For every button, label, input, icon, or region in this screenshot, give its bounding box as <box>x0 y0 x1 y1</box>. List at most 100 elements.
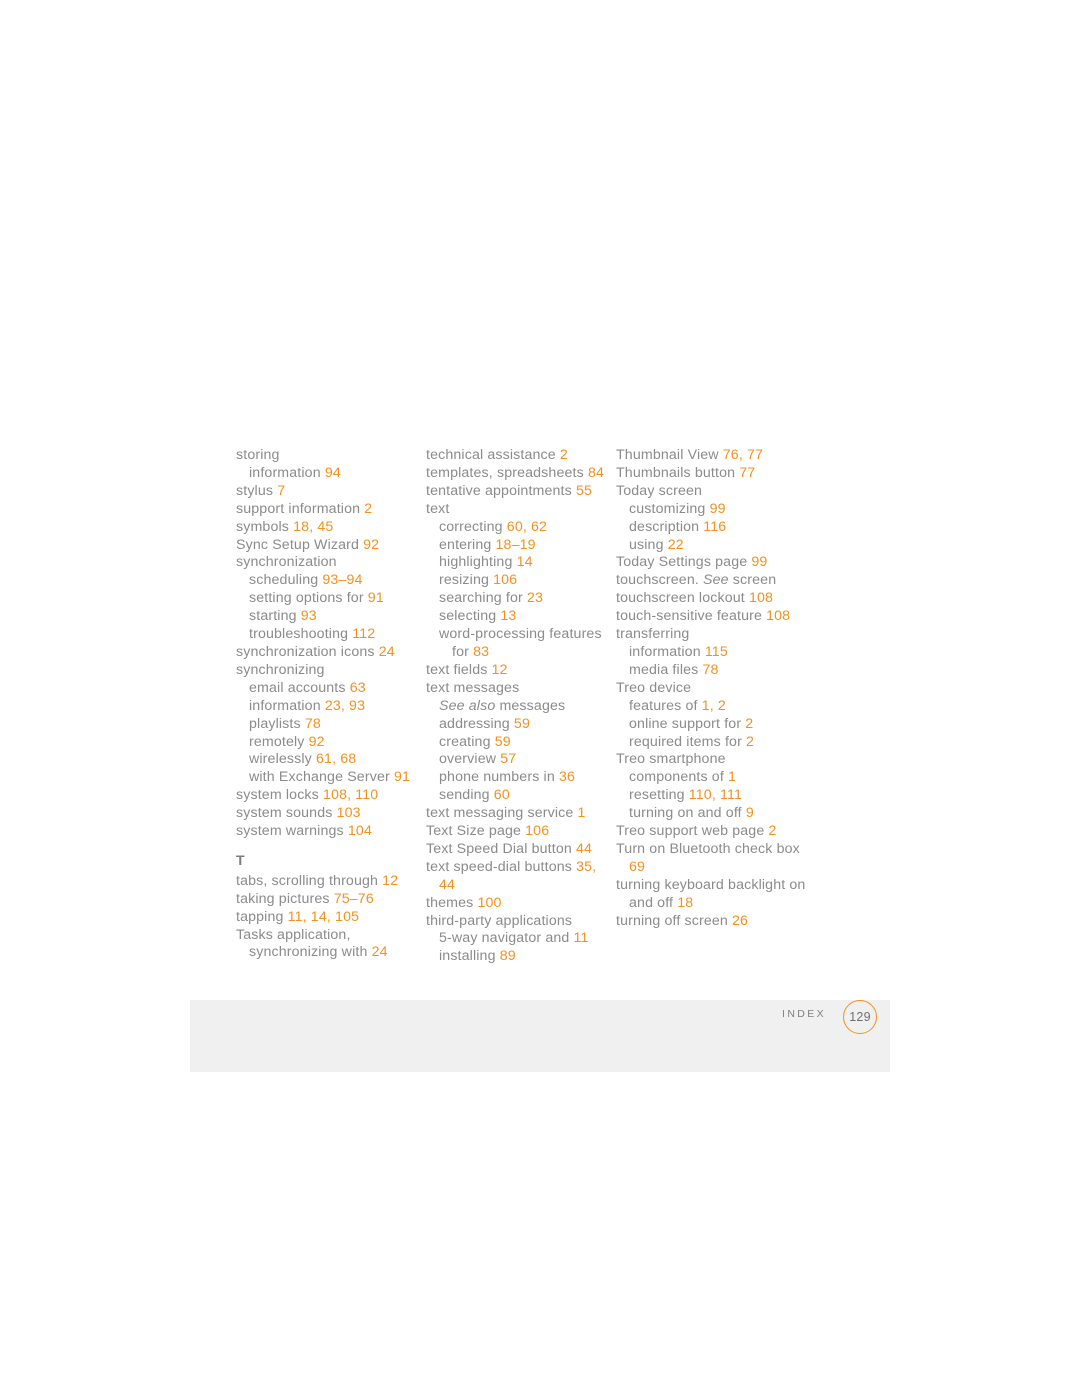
index-entry-text: setting options for <box>249 590 368 607</box>
index-entry: email accounts 63 <box>236 680 426 698</box>
index-entry: creating 59 <box>426 734 616 752</box>
index-entry-text: text fields <box>426 661 492 678</box>
index-page-reference: 13 <box>500 608 517 625</box>
index-entry: text speed-dial buttons 35, <box>426 859 616 877</box>
index-entry: starting 93 <box>236 608 426 626</box>
index-entry: 44 <box>426 877 616 895</box>
index-entry-text: addressing <box>439 715 514 732</box>
index-entry: media files 78 <box>616 662 806 680</box>
index-entry-text: taking pictures <box>236 890 334 907</box>
index-entry-text: synchronization <box>236 554 337 571</box>
index-entry: with Exchange Server 91 <box>236 769 426 787</box>
index-entry-text: features of <box>629 697 702 714</box>
index-entry: synchronization icons 24 <box>236 644 426 662</box>
index-page-reference: 1, 2 <box>701 697 726 714</box>
index-entry-text: creating <box>439 733 495 750</box>
index-entry: playlists 78 <box>236 716 426 734</box>
index-page-reference: 77 <box>739 464 756 481</box>
index-entry: installing 89 <box>426 948 616 966</box>
index-entry-text: media files <box>629 661 703 678</box>
index-column-1: storing information 94 stylus 7 support inf… <box>236 447 426 962</box>
index-entry: online support for 2 <box>616 716 806 734</box>
index-entry-text: tapping <box>236 908 288 925</box>
index-entry-text: system locks <box>236 787 323 804</box>
index-entry: Thumbnail View 76, 77 <box>616 447 806 465</box>
index-entry-text: themes <box>426 894 478 911</box>
index-page-reference: 110, 111 <box>688 787 742 804</box>
index-page-reference: 103 <box>336 805 361 822</box>
index-entry-text: 5-way navigator and <box>439 930 574 947</box>
index-page-reference: 60, 62 <box>506 518 548 535</box>
index-page-reference: 26 <box>732 912 749 929</box>
index-entry: Thumbnails button 77 <box>616 465 806 483</box>
index-page-reference: 18–19 <box>495 536 536 553</box>
index-entry: templates, spreadsheets 84 <box>426 465 616 483</box>
index-entry: tabs, scrolling through 12 <box>236 873 426 891</box>
index-page-reference: 12 <box>382 872 399 889</box>
index-page-reference: 18 <box>677 894 694 911</box>
index-entry: synchronization <box>236 554 426 572</box>
index-entry: 5-way navigator and 11 <box>426 930 616 948</box>
index-entry-text: for <box>452 643 474 660</box>
index-entry: text messaging service 1 <box>426 805 616 823</box>
index-entry: entering 18–19 <box>426 537 616 555</box>
index-page-reference: 22 <box>667 536 684 553</box>
index-entry-text: touch-sensitive feature <box>616 608 767 625</box>
index-entry-text: selecting <box>439 608 501 625</box>
index-entry: and off 18 <box>616 895 806 913</box>
index-entry-text: remotely <box>249 733 309 750</box>
index-entry-text: turning on and off <box>629 805 746 822</box>
index-entry-text: playlists <box>249 715 305 732</box>
index-page-reference: 106 <box>493 572 518 589</box>
index-entry: technical assistance 2 <box>426 447 616 465</box>
index-entry: touchscreen. See screen <box>616 572 806 590</box>
index-entry: setting options for 91 <box>236 590 426 608</box>
index-entry: highlighting 14 <box>426 554 616 572</box>
index-entry-text: turning off screen <box>616 912 733 929</box>
index-entry-text: tentative appointments <box>426 482 576 499</box>
index-entry: customizing 99 <box>616 501 806 519</box>
index-entry-text: screen <box>728 572 777 589</box>
index-entry-text: installing <box>439 948 500 965</box>
index-entry: themes 100 <box>426 895 616 913</box>
index-entry: See also messages <box>426 698 616 716</box>
index-entry-text: entering <box>439 536 496 553</box>
index-entry: overview 57 <box>426 751 616 769</box>
index-entry-text: sending <box>439 787 494 804</box>
index-entry-text: templates, spreadsheets <box>426 464 588 481</box>
index-page-reference: 2 <box>559 447 568 463</box>
index-page-reference: 57 <box>500 751 517 768</box>
index-entry-text: customizing <box>629 500 710 517</box>
index-entry: synchronizing with 24 <box>236 944 426 962</box>
index-entry: system warnings 104 <box>236 823 426 841</box>
index-entry: taking pictures 75–76 <box>236 891 426 909</box>
index-entry-text: description <box>629 518 704 535</box>
index-page-reference: 112 <box>352 626 376 643</box>
index-page-reference: 100 <box>477 894 502 911</box>
index-entry-text: correcting <box>439 518 507 535</box>
index-entry-text: Treo support web page <box>616 823 769 840</box>
index-page-reference: 11 <box>573 930 589 947</box>
index-page-reference: 1 <box>728 769 737 786</box>
index-page-reference: 78 <box>304 715 321 732</box>
index-entry: Text Size page 106 <box>426 823 616 841</box>
index-entry-text: Today screen <box>616 482 703 499</box>
index-page-reference: 108 <box>766 608 791 625</box>
index-entry-text: support information <box>236 500 365 517</box>
index-page-reference: 35, <box>576 858 597 875</box>
index-entry-text: searching for <box>439 590 527 607</box>
index-entry-text: symbols <box>236 518 294 535</box>
index-page-reference: 76, 77 <box>722 447 764 463</box>
page-number-badge: 129 <box>843 1000 877 1034</box>
index-entry-text: Tasks application, <box>236 926 351 943</box>
index-page-reference: 93–94 <box>322 572 363 589</box>
index-entry: addressing 59 <box>426 716 616 734</box>
index-page-reference: 108 <box>748 590 774 607</box>
index-page-reference: 24 <box>371 944 388 961</box>
index-page-reference: 104 <box>347 823 372 840</box>
index-entry: scheduling 93–94 <box>236 572 426 590</box>
index-entry-text: phone numbers in <box>439 769 559 786</box>
index-entry: required items for 2 <box>616 734 806 752</box>
index-entry-text: technical assistance <box>426 447 560 463</box>
index-entry: troubleshooting 112 <box>236 626 426 644</box>
